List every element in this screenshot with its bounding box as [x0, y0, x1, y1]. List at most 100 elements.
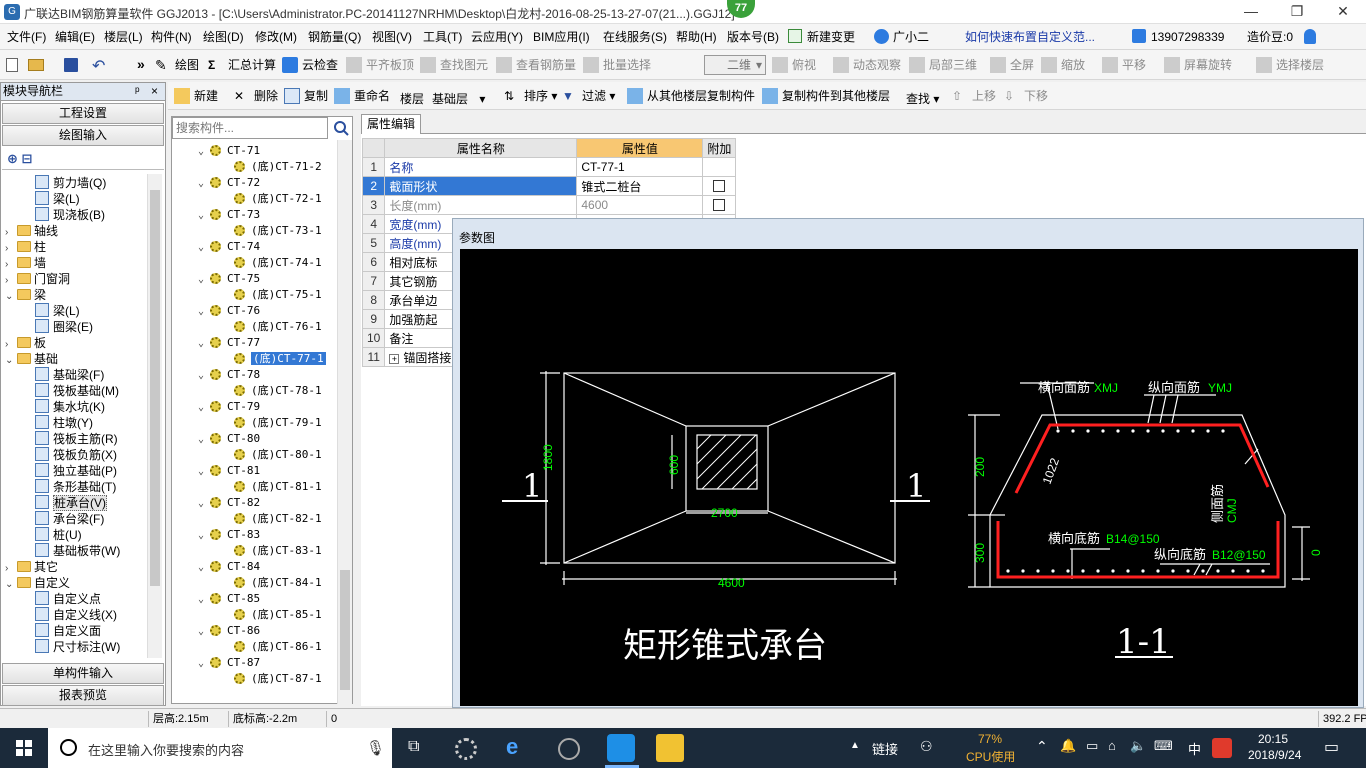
edge-icon[interactable]: e: [506, 734, 518, 760]
network-icon[interactable]: ⌂: [1108, 738, 1116, 753]
nav-tree-item[interactable]: 筏板负筋(X): [35, 447, 117, 463]
copy-component-button[interactable]: 复制: [284, 86, 328, 106]
nav-tree-item[interactable]: ⌄ 梁: [5, 287, 46, 303]
component-sub-item[interactable]: (底)CT-85-1: [234, 607, 322, 623]
menu-rebar[interactable]: 钢筋量(Q): [305, 24, 364, 50]
collapse-icon[interactable]: ⌄: [198, 464, 208, 480]
batch-select-button[interactable]: 批量选择: [583, 55, 651, 75]
component-item[interactable]: ⌄ CT-86: [198, 623, 260, 639]
collapse-icon[interactable]: ⌄: [198, 496, 208, 512]
component-item[interactable]: ⌄ CT-76: [198, 303, 260, 319]
component-sub-item[interactable]: (底)CT-80-1: [234, 447, 322, 463]
menu-file[interactable]: 文件(F): [4, 24, 49, 50]
select-floor-button[interactable]: 选择楼层: [1256, 55, 1324, 75]
scroll-thumb[interactable]: [150, 190, 160, 586]
draw-button[interactable]: ✎ 绘图: [155, 55, 199, 75]
collapse-icon[interactable]: ⌄: [198, 624, 208, 640]
component-sub-item[interactable]: (底)CT-82-1: [234, 511, 322, 527]
component-item[interactable]: ⌄ CT-73: [198, 207, 260, 223]
component-sub-item[interactable]: (底)CT-86-1: [234, 639, 322, 655]
collapse-icon[interactable]: ⌄: [198, 240, 208, 256]
menu-draw[interactable]: 绘图(D): [200, 24, 247, 50]
search-icon[interactable]: [330, 117, 352, 139]
tray-up-icon[interactable]: ▲: [850, 740, 860, 751]
component-sub-item[interactable]: (底)CT-77-1: [234, 351, 326, 367]
collapse-icon[interactable]: ⌄: [198, 656, 208, 672]
dynamic-view-button[interactable]: 动态观察: [833, 55, 901, 75]
windows-start-icon[interactable]: [16, 740, 32, 756]
view-mode-select[interactable]: 二维 ▾: [704, 55, 766, 75]
component-sub-item[interactable]: (底)CT-78-1: [234, 383, 322, 399]
nav-tree-item[interactable]: 筏板基础(M): [35, 383, 119, 399]
menu-component[interactable]: 构件(N): [148, 24, 195, 50]
add-checkbox[interactable]: [713, 199, 726, 211]
nav-tree-item[interactable]: 梁(L): [35, 303, 80, 319]
nav-tree-item[interactable]: 梁(L): [35, 191, 80, 207]
nav-tree-item[interactable]: ⌄ 基础: [5, 351, 58, 367]
menu-modify[interactable]: 修改(M): [252, 24, 300, 50]
task-view-icon[interactable]: ⧉: [408, 738, 419, 756]
expander-icon[interactable]: ⌄: [5, 577, 15, 593]
fan-app-icon[interactable]: [455, 738, 477, 760]
move-down-button[interactable]: ⇩ 下移: [1004, 86, 1048, 106]
ime-label[interactable]: 中: [1188, 739, 1201, 758]
bell-icon[interactable]: [1304, 29, 1316, 44]
property-value[interactable]: 4600: [576, 195, 704, 215]
nav-tree-item[interactable]: 柱墩(Y): [35, 415, 93, 431]
copy-to-floor-button[interactable]: 复制构件到其他楼层: [762, 86, 890, 106]
sort-button[interactable]: ⇅ 排序 ▾: [504, 86, 557, 106]
new-file-icon[interactable]: [6, 58, 18, 72]
component-scrollbar[interactable]: [337, 140, 352, 704]
minimize-button[interactable]: —: [1228, 0, 1274, 24]
menu-tip-link[interactable]: 如何快速布置自定义范...: [962, 24, 1098, 50]
filter-button[interactable]: ▼ 过滤 ▾: [562, 86, 615, 106]
nav-tree-item[interactable]: 桩(U): [35, 527, 82, 543]
nav-tree-item[interactable]: › 柱: [5, 239, 46, 255]
collapse-icon[interactable]: ⌄: [198, 336, 208, 352]
menu-online[interactable]: 在线服务(S): [600, 24, 670, 50]
property-value[interactable]: 锥式二桩台: [576, 176, 704, 196]
chevron-up-icon[interactable]: ⌃: [1036, 738, 1048, 755]
collapse-icon[interactable]: ⌄: [198, 432, 208, 448]
maximize-button[interactable]: ❐: [1274, 0, 1320, 24]
app-plus-icon[interactable]: [607, 734, 635, 762]
collapse-icon[interactable]: ⌄: [198, 208, 208, 224]
nav-scrollbar[interactable]: [147, 174, 162, 658]
component-item[interactable]: ⌄ CT-87: [198, 655, 260, 671]
action-center-icon[interactable]: ▭: [1324, 737, 1339, 757]
find-element-button[interactable]: 查找图元: [420, 55, 488, 75]
move-up-button[interactable]: ⇧ 上移: [952, 86, 996, 106]
collapse-icon[interactable]: ⌄: [198, 304, 208, 320]
property-row[interactable]: 2 截面形状 锥式二桩台: [361, 176, 737, 196]
link-label[interactable]: 链接: [872, 739, 898, 758]
new-component-button[interactable]: 新建: [174, 86, 218, 106]
component-item[interactable]: ⌄ CT-75: [198, 271, 260, 287]
menu-edit[interactable]: 编辑(E): [52, 24, 98, 50]
menu-version[interactable]: 版本号(B): [724, 24, 782, 50]
taskbar-search-input[interactable]: 在这里输入你要搜索的内容 🎙: [48, 728, 392, 768]
collapse-icon[interactable]: ⌄: [198, 592, 208, 608]
draw-input-button[interactable]: 绘图输入: [2, 125, 164, 146]
add-checkbox[interactable]: [713, 180, 726, 192]
collapse-icon[interactable]: ⌄: [198, 400, 208, 416]
menu-view[interactable]: 视图(V): [369, 24, 415, 50]
nav-tree-item[interactable]: 自定义线(X): [35, 607, 117, 623]
component-sub-item[interactable]: (底)CT-72-1: [234, 191, 322, 207]
component-sub-item[interactable]: (底)CT-84-1: [234, 575, 322, 591]
nav-tree-item[interactable]: 尺寸标注(W): [35, 639, 120, 655]
cloud-check-button[interactable]: 云检查: [282, 55, 338, 75]
menu-help[interactable]: 帮助(H): [673, 24, 720, 50]
collapse-icon[interactable]: ⌄: [198, 560, 208, 576]
nav-tree-item[interactable]: 自定义面: [35, 623, 101, 639]
project-settings-button[interactable]: 工程设置: [2, 103, 164, 124]
zoom-button[interactable]: 缩放: [1041, 55, 1085, 75]
expand-all-icon[interactable]: ⊕ ⊟: [7, 151, 32, 167]
component-sub-item[interactable]: (底)CT-81-1: [234, 479, 322, 495]
menu-bim[interactable]: BIM应用(I): [530, 24, 593, 50]
component-sub-item[interactable]: (底)CT-79-1: [234, 415, 322, 431]
fullscreen-button[interactable]: 全屏: [990, 55, 1034, 75]
component-sub-item[interactable]: (底)CT-75-1: [234, 287, 322, 303]
nav-tree-item[interactable]: 基础板带(W): [35, 543, 120, 559]
sogou-ime-icon[interactable]: [1212, 738, 1232, 758]
people-icon[interactable]: ⚇: [920, 738, 933, 755]
